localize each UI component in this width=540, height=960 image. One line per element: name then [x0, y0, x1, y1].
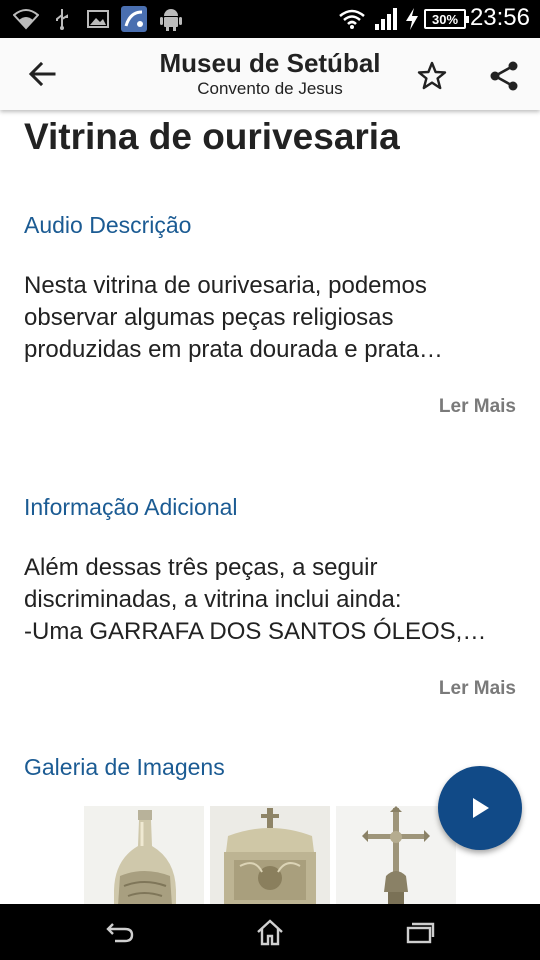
gallery-image-processional-cross[interactable] [336, 806, 456, 904]
star-icon [417, 61, 447, 90]
audio-description-text: Nesta vitrina de ourivesaria, podemos ob… [24, 270, 516, 366]
app-bar-titles: Museu de Setúbal Convento de Jesus [120, 48, 420, 100]
battery-icon: 30% [424, 9, 469, 29]
back-nav-button[interactable] [100, 916, 140, 948]
audio-text-line: produzidas em prata dourada e prata… [24, 336, 443, 363]
page-title: Vitrina de ourivesaria [24, 116, 400, 157]
audio-description-heading: Audio Descrição [24, 212, 192, 238]
additional-info-text: Além dessas três peças, a seguir discrim… [24, 552, 516, 648]
usb-icon [52, 6, 72, 32]
back-button[interactable] [20, 54, 64, 94]
info-text-line: discriminadas, a vitrina inclui ainda: [24, 586, 402, 613]
back-nav-icon [106, 923, 134, 943]
app-subtitle: Convento de Jesus [197, 79, 343, 98]
app-icon [120, 6, 148, 32]
image-gallery[interactable] [84, 806, 456, 904]
additional-info-heading: Informação Adicional [24, 494, 238, 520]
play-audio-button[interactable] [438, 766, 522, 850]
cell-signal-icon [374, 6, 400, 32]
play-icon [473, 798, 489, 818]
share-icon [490, 61, 518, 91]
navigation-bar [0, 904, 540, 960]
app-bar: Museu de Setúbal Convento de Jesus [0, 38, 540, 110]
android-icon [158, 6, 184, 32]
home-nav-icon [257, 919, 283, 946]
share-button[interactable] [484, 56, 524, 96]
back-arrow-icon [28, 61, 56, 87]
audio-text-line: observar algumas peças religiosas [24, 304, 394, 331]
app-title: Museu de Setúbal [159, 48, 381, 78]
home-nav-button[interactable] [250, 916, 290, 948]
info-read-more-link[interactable]: Ler Mais [439, 678, 516, 700]
audio-text-line: Nesta vitrina de ourivesaria, podemos [24, 272, 427, 299]
gallery-heading: Galeria de Imagens [24, 754, 225, 780]
audio-read-more-link[interactable]: Ler Mais [439, 396, 516, 418]
wifi-signal-icon [338, 6, 366, 32]
image-icon [86, 6, 110, 32]
recents-nav-button[interactable] [400, 916, 440, 948]
wifi-icon [12, 6, 40, 32]
recents-nav-icon [406, 922, 435, 944]
gallery-image-silver-casket[interactable] [210, 806, 330, 904]
favorite-button[interactable] [412, 56, 452, 96]
status-time: 23:56 [469, 4, 530, 31]
info-text-line: Além dessas três peças, a seguir [24, 554, 378, 581]
info-text-line: -Uma GARRAFA DOS SANTOS ÓLEOS,… [24, 618, 487, 645]
status-bar: 30% 23:56 [0, 0, 540, 38]
gallery-image-silver-bottle[interactable] [84, 806, 204, 904]
charging-icon [404, 6, 420, 32]
